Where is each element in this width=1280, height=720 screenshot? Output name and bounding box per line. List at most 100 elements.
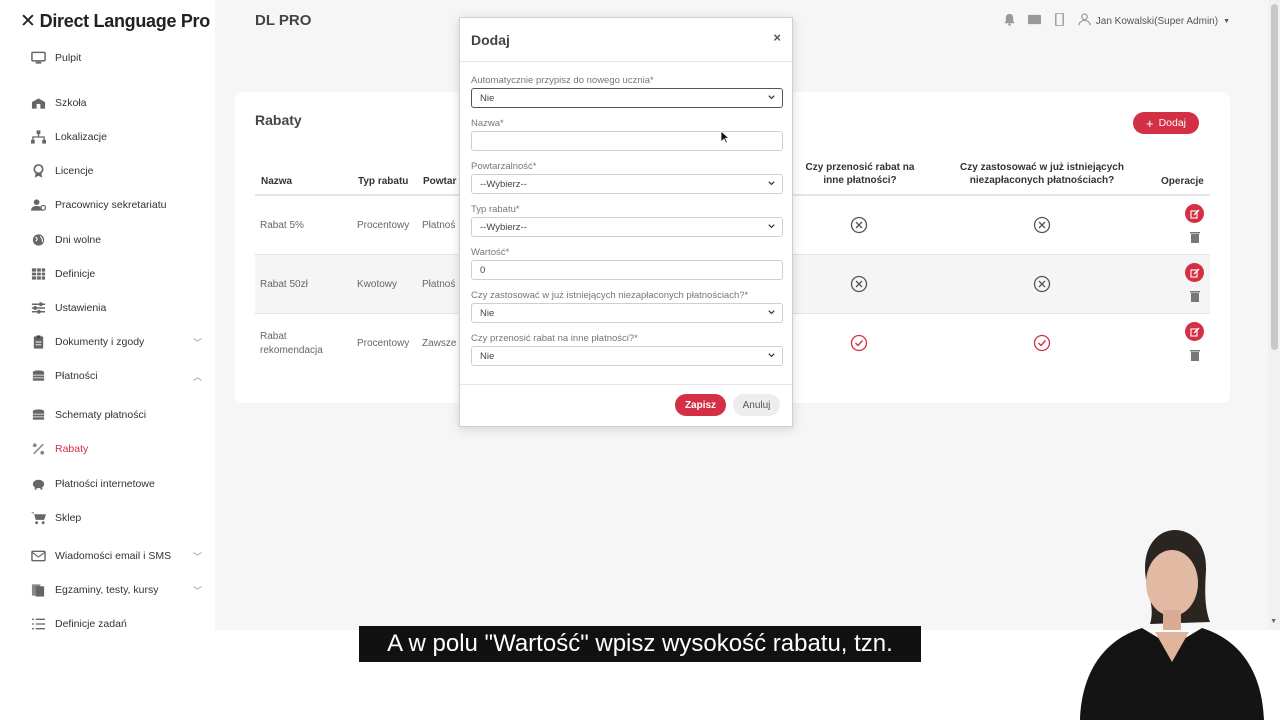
app-logo[interactable]: ✕ Direct Language Pro [20,9,210,33]
bell-icon[interactable] [1003,13,1016,29]
coins-icon [30,369,47,383]
trash-icon[interactable] [1189,231,1201,243]
sidebar-item-label: Licencje [55,165,94,177]
edit-icon [1189,209,1199,219]
sidebar-item-schematy[interactable]: Schematy płatności [30,405,202,425]
close-icon[interactable]: × [773,30,781,45]
row-repeat: Zawsze [422,338,457,349]
video-subtitle: A w polu "Wartość" wpisz wysokość rabatu… [359,626,921,662]
mobile-icon[interactable] [1053,12,1066,29]
transfer-label: Czy przenosić rabat na inne płatności?* [471,333,638,344]
sidebar-item-label: Szkoła [55,97,87,109]
chevron-down-icon: ﹀ [192,337,202,348]
col-header-ops: Operacje [1161,176,1204,187]
row-name: Rabat 5% [260,220,304,231]
cross-circle-icon [850,216,868,234]
scroll-down-icon[interactable]: ▼ [1270,618,1277,625]
add-button-label: Dodaj [1158,117,1187,129]
modal-title: Dodaj [471,32,510,48]
sidebar-item-pulpit[interactable]: Pulpit [30,48,202,68]
sidebar-item-platnosci-internetowe[interactable]: Płatności internetowe [30,474,202,494]
sidebar-item-definicje-zadan[interactable]: Definicje zadań [30,614,202,630]
users-cog-icon [30,198,47,212]
table-icon [30,267,47,281]
name-input[interactable] [471,131,783,151]
plus-icon: + [1145,115,1154,131]
col-header-type: Typ rabatu [358,176,409,187]
col-header-repeat: Powtar [423,176,457,187]
page-scrollbar[interactable]: ▼ [1268,0,1280,630]
edit-button[interactable] [1185,263,1204,282]
sidebar-item-label: Schematy płatności [55,409,147,421]
row-repeat: Płatnoś [422,279,456,290]
sidebar-item-label: Pulpit [55,52,82,64]
sidebar-item-label: Definicje zadań [55,618,127,630]
sidebar-item-label: Płatności internetowe [55,478,155,490]
percent-icon [30,442,47,456]
save-button[interactable]: Zapisz [675,394,726,416]
sidebar-item-label: Wiadomości email i SMS [55,550,172,562]
apply-existing-label: Czy zastosować w już istniejących niezap… [471,290,749,301]
sidebar-item-definicje[interactable]: Definicje [30,264,202,284]
envelope-icon [30,549,47,563]
globe-icon [30,233,47,247]
col-header-name: Nazwa [261,176,293,187]
sidebar-item-ustawienia[interactable]: Ustawienia [30,298,202,318]
sidebar-item-label: Egzaminy, testy, kursy [55,584,159,596]
cancel-button[interactable]: Anuluj [733,394,780,416]
sidebar-item-licencje[interactable]: Licencje [30,161,202,181]
sitemap-icon [30,130,47,144]
apply-existing-select[interactable]: Nie [471,303,783,323]
sidebar-item-lokalizacje[interactable]: Lokalizacje [30,127,202,147]
col-header-apply: Czy zastosować w już istniejących niezap… [960,162,1124,186]
sidebar-item-pracownicy[interactable]: Pracownicy sekretariatu [30,195,202,215]
value-label: Wartość* [471,247,510,258]
sidebar-item-sklep[interactable]: Sklep [30,508,202,528]
logo-mark-icon: ✕ [20,10,36,32]
card-title: Rabaty [255,112,302,128]
presenter-video [1080,530,1264,720]
envelope-icon[interactable] [1027,13,1041,29]
check-circle-icon [850,334,868,352]
edit-button[interactable] [1185,322,1204,341]
row-name: Rabat 50zł [260,279,308,290]
scrollbar-thumb[interactable] [1271,4,1278,350]
sidebar-item-szkola[interactable]: Szkoła [30,93,202,113]
piggy-bank-icon [30,477,47,491]
auto-assign-label: Automatycznie przypisz do nowego ucznia* [471,75,654,86]
monitor-icon [30,51,47,65]
caret-down-icon: ▼ [1223,17,1230,25]
sidebar-item-platnosci[interactable]: Płatności ︿ [30,366,202,386]
chevron-up-icon: ︿ [192,371,202,382]
repeat-select[interactable]: --Wybierz-- [471,174,783,194]
edit-button[interactable] [1185,204,1204,223]
value-input[interactable]: 0 [471,260,783,280]
trash-icon[interactable] [1189,349,1201,361]
add-discount-button[interactable]: + Dodaj [1133,112,1199,134]
user-menu[interactable]: Jan Kowalski(Super Admin) ▼ [1078,13,1230,29]
apply-existing-value: Nie [480,307,495,319]
col-header-transfer: Czy przenosić rabat na inne płatności? [805,162,915,186]
coins-icon [30,408,47,422]
row-type: Procentowy [357,338,410,349]
row-name: Rabat rekomendacja [260,331,323,356]
sidebar-item-label: Sklep [55,512,82,524]
cross-circle-icon [1033,216,1051,234]
chevron-down-icon [768,224,775,229]
type-label: Typ rabatu* [471,204,520,215]
sidebar-item-dni-wolne[interactable]: Dni wolne [30,230,202,250]
modal-divider [460,61,792,62]
sidebar: ✕ Direct Language Pro Pulpit Szkoła Loka… [0,0,215,630]
sidebar-item-rabaty[interactable]: Rabaty [30,439,202,459]
type-select[interactable]: --Wybierz-- [471,217,783,237]
name-label: Nazwa* [471,118,504,129]
transfer-select[interactable]: Nie [471,346,783,366]
sidebar-item-egzaminy[interactable]: Egzaminy, testy, kursy ﹀ [30,580,202,600]
sidebar-item-dokumenty[interactable]: Dokumenty i zgody ﹀ [30,332,202,352]
edit-icon [1189,327,1199,337]
sidebar-item-wiadomosci[interactable]: Wiadomości email i SMS ﹀ [30,546,202,566]
transfer-value: Nie [480,350,495,362]
sidebar-item-label: Lokalizacje [55,131,107,143]
trash-icon[interactable] [1189,290,1201,302]
auto-assign-select[interactable]: Nie [471,88,783,108]
